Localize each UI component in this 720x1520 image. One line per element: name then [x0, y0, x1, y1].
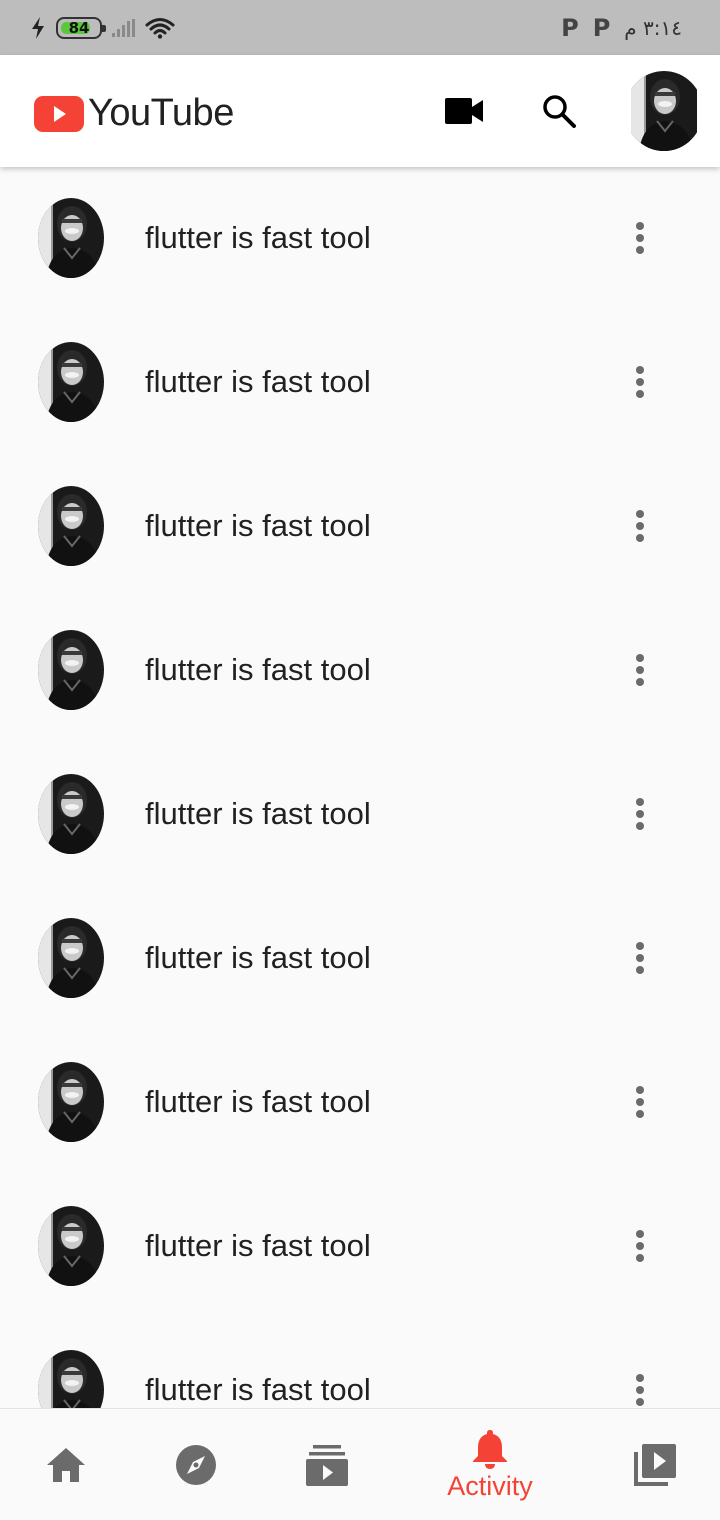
channel-avatar[interactable]: [38, 1206, 104, 1286]
more-vert-icon: [636, 366, 644, 398]
notification-title: flutter is fast tool: [145, 1084, 371, 1119]
more-options-button[interactable]: [620, 647, 660, 693]
notification-title: flutter is fast tool: [145, 1228, 371, 1263]
more-options-button[interactable]: [620, 1223, 660, 1269]
more-vert-icon: [636, 942, 644, 974]
library-icon: [634, 1444, 676, 1486]
notification-item[interactable]: flutter is fast tool: [0, 599, 720, 743]
more-vert-icon: [636, 510, 644, 542]
channel-avatar[interactable]: [38, 918, 104, 998]
notification-title: flutter is fast tool: [145, 1372, 371, 1407]
battery-indicator: 84: [56, 16, 106, 39]
bell-icon: [473, 1429, 507, 1469]
more-vert-icon: [636, 1086, 644, 1118]
bottom-navigation: Activity: [0, 1408, 720, 1520]
more-options-button[interactable]: [620, 1079, 660, 1125]
avatar-image: [38, 774, 104, 854]
battery-tip: [102, 24, 106, 32]
nav-explore[interactable]: [146, 1409, 246, 1520]
youtube-play-icon: [34, 95, 84, 132]
notification-item[interactable]: flutter is fast tool: [0, 1031, 720, 1175]
status-right: P P ٣:١٤ م: [561, 14, 682, 42]
avatar-image: [38, 486, 104, 566]
nav-home[interactable]: [16, 1409, 116, 1520]
notification-icon: P: [592, 13, 611, 42]
channel-avatar[interactable]: [38, 1062, 104, 1142]
notification-title: flutter is fast tool: [145, 796, 371, 831]
more-options-button[interactable]: [620, 1367, 660, 1408]
channel-avatar[interactable]: [38, 1350, 104, 1408]
clock: ٣:١٤ م: [624, 15, 682, 40]
charging-bolt-icon: [32, 16, 44, 39]
status-left: 84: [30, 16, 175, 39]
logo-text: YouTube: [88, 92, 234, 134]
explore-icon: [176, 1445, 216, 1485]
notification-title: flutter is fast tool: [145, 508, 371, 543]
youtube-logo[interactable]: YouTube: [34, 92, 234, 135]
video-camera-icon: [445, 98, 483, 124]
notification-list[interactable]: flutter is fast tool flutter is fast too…: [0, 167, 720, 1408]
notification-item[interactable]: flutter is fast tool: [0, 311, 720, 455]
channel-avatar[interactable]: [38, 486, 104, 566]
status-bar: 84 P P ٣:١٤ م: [0, 0, 720, 55]
profile-avatar[interactable]: [625, 71, 703, 151]
channel-avatar[interactable]: [38, 198, 104, 278]
notification-item[interactable]: flutter is fast tool: [0, 1319, 720, 1408]
notification-item[interactable]: flutter is fast tool: [0, 1175, 720, 1319]
cell-signal-icon: [112, 18, 135, 37]
channel-avatar[interactable]: [38, 774, 104, 854]
avatar-image: [38, 630, 104, 710]
nav-activity-label: Activity: [447, 1470, 533, 1501]
more-vert-icon: [636, 798, 644, 830]
nav-subscriptions[interactable]: [277, 1409, 377, 1520]
notification-item[interactable]: flutter is fast tool: [0, 455, 720, 599]
more-options-button[interactable]: [620, 215, 660, 261]
more-options-button[interactable]: [620, 359, 660, 405]
wifi-icon: [145, 17, 175, 39]
search-icon: [543, 95, 576, 128]
notification-item[interactable]: flutter is fast tool: [0, 887, 720, 1031]
app-bar: YouTube: [0, 55, 720, 167]
more-options-button[interactable]: [620, 791, 660, 837]
nav-activity[interactable]: Activity: [440, 1409, 540, 1520]
search-button[interactable]: [531, 83, 587, 139]
notification-item[interactable]: flutter is fast tool: [0, 167, 720, 311]
notification-title: flutter is fast tool: [145, 652, 371, 687]
upload-video-button[interactable]: [436, 83, 492, 139]
avatar-image: [38, 342, 104, 422]
more-options-button[interactable]: [620, 935, 660, 981]
notification-title: flutter is fast tool: [145, 364, 371, 399]
avatar-image: [625, 71, 703, 151]
notification-item[interactable]: flutter is fast tool: [0, 743, 720, 887]
more-vert-icon: [636, 1230, 644, 1262]
battery-percent: 84: [68, 18, 90, 37]
more-vert-icon: [636, 222, 644, 254]
nav-library[interactable]: [605, 1409, 705, 1520]
avatar-image: [38, 918, 104, 998]
notification-icon: P: [561, 13, 579, 42]
more-vert-icon: [636, 1374, 644, 1406]
avatar-image: [38, 1062, 104, 1142]
channel-avatar[interactable]: [38, 342, 104, 422]
home-icon: [47, 1448, 85, 1482]
more-options-button[interactable]: [620, 503, 660, 549]
avatar-image: [38, 198, 104, 278]
subscriptions-icon: [306, 1445, 348, 1486]
notification-title: flutter is fast tool: [145, 940, 371, 975]
more-vert-icon: [636, 654, 644, 686]
avatar-image: [38, 1206, 104, 1286]
avatar-image: [38, 1350, 104, 1408]
notification-title: flutter is fast tool: [145, 220, 371, 255]
channel-avatar[interactable]: [38, 630, 104, 710]
